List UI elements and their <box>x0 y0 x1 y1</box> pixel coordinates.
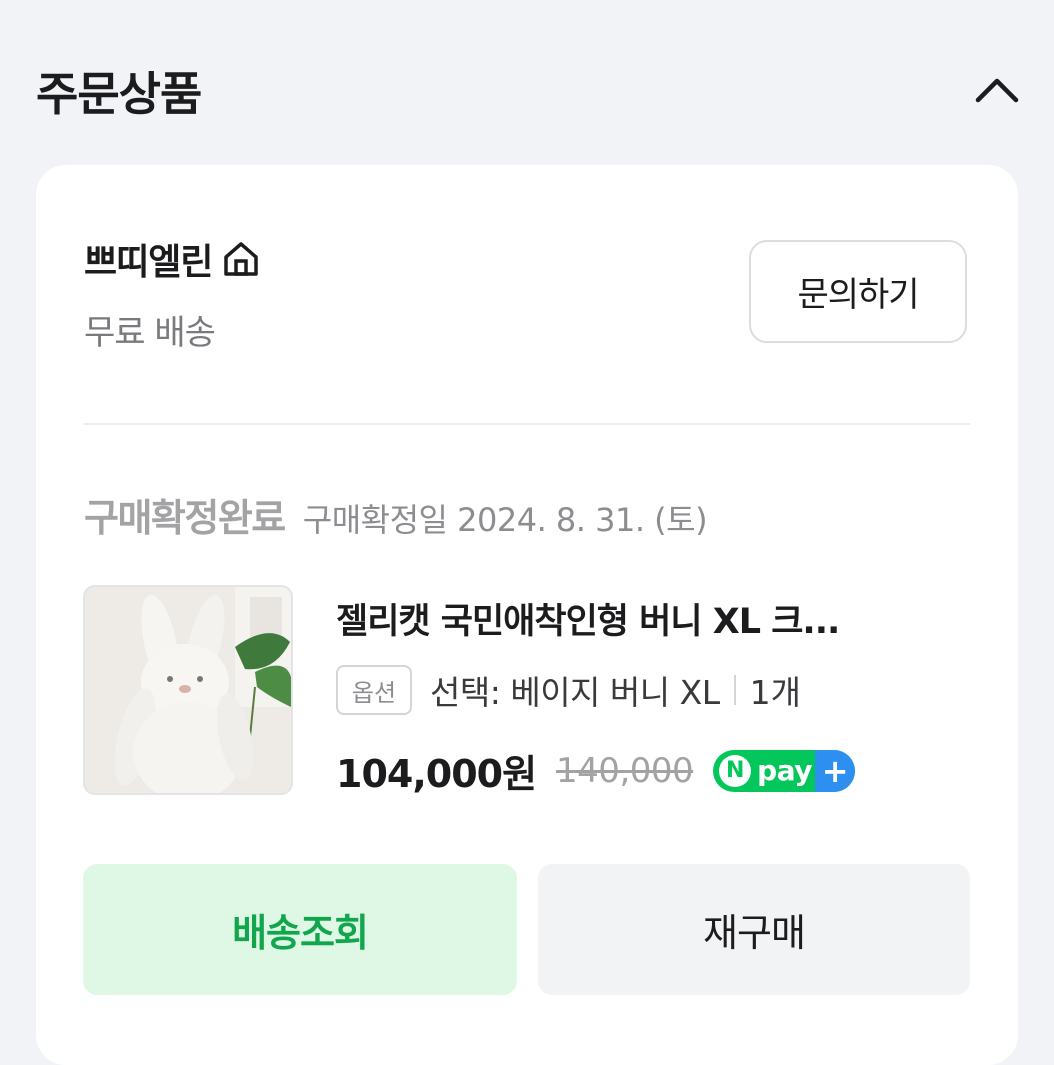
price-row: 104,000원 140,000 N pay + <box>336 743 856 798</box>
option-text: 선택: 베이지 버니 XL <box>430 673 720 712</box>
status-label: 구매확정완료 <box>84 496 286 540</box>
product-thumbnail[interactable] <box>83 585 293 795</box>
product-image <box>85 587 291 793</box>
confirm-date: 구매확정일 2024. 8. 31. (토) <box>302 501 708 539</box>
seller-name: 쁘띠엘린 <box>84 242 213 283</box>
inquiry-button[interactable]: 문의하기 <box>749 240 967 343</box>
npay-n-icon: N <box>719 754 752 787</box>
plus-icon: + <box>815 749 856 792</box>
npay-plus-badge: N pay + <box>713 749 856 792</box>
option-row: 옵션 선택: 베이지 버니 XL 1개 <box>336 665 801 715</box>
reorder-button[interactable]: 재구매 <box>538 864 970 995</box>
order-card: 쁘띠엘린 무료 배송 문의하기 구매확정완료 구매확정일 2024. 8. 31… <box>36 165 1018 1065</box>
option-quantity: 1개 <box>749 673 801 712</box>
home-icon <box>220 238 262 280</box>
option-badge: 옵션 <box>336 665 412 715</box>
option-separator <box>733 675 736 705</box>
product-title[interactable]: 젤리캣 국민애착인형 버니 XL 크... <box>336 593 956 644</box>
track-delivery-button[interactable]: 배송조회 <box>83 864 517 995</box>
original-price: 140,000 <box>556 750 694 791</box>
shipping-info: 무료 배송 <box>84 313 216 353</box>
section-header: 주문상품 <box>36 52 1022 132</box>
sale-price: 104,000원 <box>336 752 537 796</box>
npay-label: pay <box>757 754 812 787</box>
seller-link[interactable]: 쁘띠엘린 <box>84 233 262 285</box>
order-status: 구매확정완료 구매확정일 2024. 8. 31. (토) <box>84 487 708 542</box>
section-title: 주문상품 <box>36 67 202 121</box>
chevron-up-icon <box>975 78 1019 103</box>
divider <box>84 423 970 425</box>
collapse-button[interactable] <box>972 64 1022 114</box>
